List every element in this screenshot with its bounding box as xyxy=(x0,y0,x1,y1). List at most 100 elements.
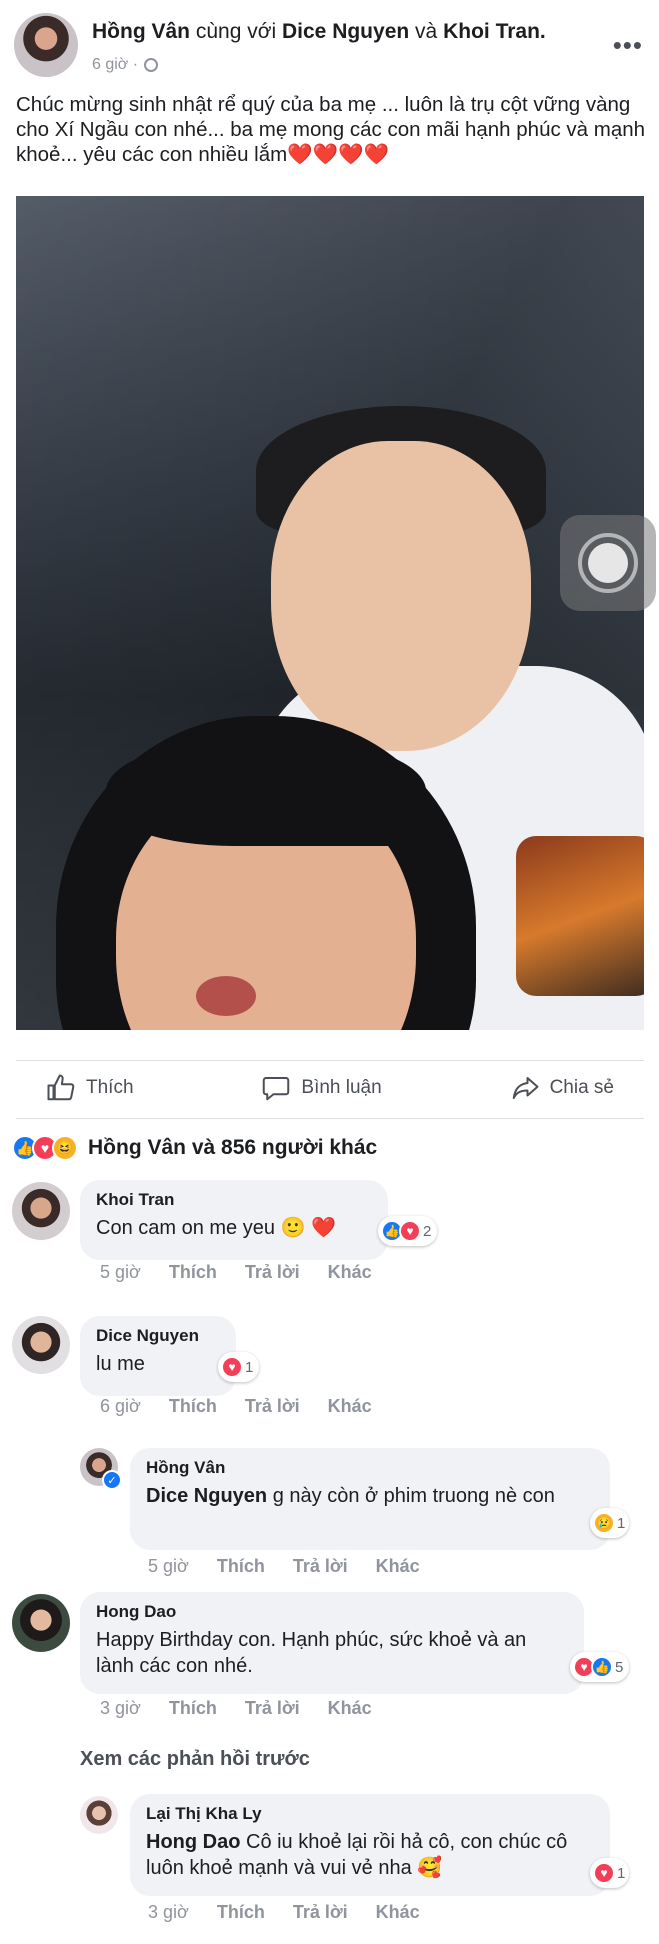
commenter-name[interactable]: Lại Thị Kha Ly xyxy=(146,1803,594,1825)
comment-label: Bình luận xyxy=(301,1077,382,1098)
mention-link[interactable]: Hong Dao xyxy=(146,1831,240,1853)
comment-time: 3 giờ xyxy=(100,1698,141,1718)
comment-like-link[interactable]: Thích xyxy=(169,1396,217,1417)
comment-time: 5 giờ xyxy=(100,1262,141,1282)
commenter-name[interactable]: Hồng Vân xyxy=(146,1457,594,1479)
post-hearts: ❤️❤️❤️❤️ xyxy=(287,143,390,166)
post-meta: 6 giờ · xyxy=(92,56,159,74)
comment-bubble: Lại Thị Kha Ly Hong Dao Cô iu khoẻ lại r… xyxy=(130,1794,610,1896)
comment-like-link[interactable]: Thích xyxy=(217,1902,265,1923)
comment-bubble: Khoi Tran Con cam on me yeu 🙂 ❤️ xyxy=(80,1180,388,1260)
love-reaction-icon: ♥ xyxy=(221,1356,243,1378)
reaction-count: 5 xyxy=(615,1658,624,1676)
author-name[interactable]: Hồng Vân xyxy=(92,20,190,43)
reaction-count: 1 xyxy=(245,1358,254,1376)
commenter-name[interactable]: Khoi Tran xyxy=(96,1189,372,1211)
avatar[interactable] xyxy=(12,1316,70,1374)
globe-icon xyxy=(144,58,159,72)
verified-icon: ✓ xyxy=(102,1470,122,1490)
post-text: Chúc mừng sinh nhật rể quý của ba mẹ ...… xyxy=(16,92,646,167)
post-time[interactable]: 6 giờ · xyxy=(92,56,138,74)
reaction-badge[interactable]: 😢 1 xyxy=(590,1508,630,1538)
post-header-line: Hồng Vân cùng với Dice Nguyen và Khoi Tr… xyxy=(92,20,546,44)
comment-text: Dice Nguyen g này còn ở phim truong nè c… xyxy=(146,1483,594,1509)
comment-like-link[interactable]: Thích xyxy=(217,1556,265,1577)
comment-reply-link[interactable]: Trả lời xyxy=(293,1902,348,1923)
comment-more-link[interactable]: Khác xyxy=(376,1902,420,1923)
comment-more-link[interactable]: Khác xyxy=(376,1556,420,1577)
author-avatar[interactable] xyxy=(14,13,78,77)
photo-lips xyxy=(196,976,256,1016)
reactions-summary-text: Hồng Vân và 856 người khác xyxy=(88,1136,378,1159)
comment-meta: 3 giờ Thích Trả lời Khác xyxy=(148,1902,420,1923)
assistive-touch-button[interactable] xyxy=(560,515,656,611)
reaction-badge[interactable]: ♥ 👍 5 xyxy=(570,1652,630,1682)
reaction-count: 1 xyxy=(617,1514,626,1532)
share-button[interactable]: Chia sẻ xyxy=(480,1062,644,1114)
comment-meta: 3 giờ Thích Trả lời Khác xyxy=(100,1698,372,1719)
comment-body: g này còn ở phim truong nè con xyxy=(267,1485,555,1507)
comment-reply-link[interactable]: Trả lời xyxy=(245,1698,300,1719)
reaction-count: 2 xyxy=(423,1222,432,1240)
comment-meta: 6 giờ Thích Trả lời Khác xyxy=(100,1396,372,1417)
comment-text: Happy Birthday con. Hạnh phúc, sức khoẻ … xyxy=(96,1629,527,1677)
post-photo[interactable] xyxy=(16,196,644,1030)
comment-button[interactable]: Bình luận xyxy=(231,1062,411,1114)
reactions-summary[interactable]: 👍 ♥ 😆 Hồng Vân và 856 người khác xyxy=(12,1130,377,1166)
divider xyxy=(16,1118,644,1119)
comment-time: 5 giờ xyxy=(148,1556,189,1576)
photo-woman-bangs xyxy=(106,736,426,846)
comment-reply-link[interactable]: Trả lời xyxy=(293,1556,348,1577)
comment-text: lu me xyxy=(96,1353,145,1375)
share-label: Chia sẻ xyxy=(549,1077,614,1098)
reaction-badge[interactable]: 👍 ♥ 2 xyxy=(378,1216,438,1246)
comment-reply-link[interactable]: Trả lời xyxy=(245,1262,300,1283)
like-reaction-icon: 👍 xyxy=(591,1656,613,1678)
view-previous-replies-link[interactable]: Xem các phản hồi trước xyxy=(80,1748,310,1771)
like-label: Thích xyxy=(86,1077,134,1098)
commenter-name[interactable]: Hong Dao xyxy=(96,1601,568,1623)
comment-like-link[interactable]: Thích xyxy=(169,1698,217,1719)
post-header: Hồng Vân cùng với Dice Nguyen và Khoi Tr… xyxy=(14,10,645,77)
comment-icon xyxy=(263,1077,290,1101)
mention-link[interactable]: Dice Nguyen xyxy=(146,1485,267,1507)
thumbs-up-icon xyxy=(47,1074,75,1101)
tagged-user-1[interactable]: Dice Nguyen xyxy=(282,20,409,43)
with-text: cùng với xyxy=(195,20,277,43)
comment-like-link[interactable]: Thích xyxy=(169,1262,217,1283)
comment-more-link[interactable]: Khác xyxy=(328,1396,372,1417)
reaction-badge[interactable]: ♥ 1 xyxy=(590,1858,630,1888)
comment-time: 3 giờ xyxy=(148,1902,189,1922)
like-button[interactable]: Thích xyxy=(16,1062,164,1114)
comment-bubble: Dice Nguyen lu me xyxy=(80,1316,236,1396)
comment-reply-link[interactable]: Trả lời xyxy=(245,1396,300,1417)
comment-text: Con cam on me yeu 🙂 ❤️ xyxy=(96,1217,336,1239)
photo-man-face xyxy=(271,441,531,751)
comment-text: Hong Dao Cô iu khoẻ lại rồi hả cô, con c… xyxy=(146,1829,594,1881)
more-options-icon[interactable]: ••• xyxy=(613,30,643,61)
avatar[interactable] xyxy=(12,1594,70,1652)
love-reaction-icon: ♥ xyxy=(399,1220,421,1242)
love-reaction-icon: ♥ xyxy=(593,1862,615,1884)
haha-reaction-icon: 😆 xyxy=(52,1135,78,1161)
comment-more-link[interactable]: Khác xyxy=(328,1262,372,1283)
action-bar: Thích Bình luận Chia sẻ xyxy=(16,1062,644,1114)
tagged-user-2[interactable]: Khoi Tran. xyxy=(443,20,546,43)
comment-more-link[interactable]: Khác xyxy=(328,1698,372,1719)
comment-meta: 5 giờ Thích Trả lời Khác xyxy=(148,1556,420,1577)
reaction-badge[interactable]: ♥ 1 xyxy=(218,1352,260,1382)
comment-time: 6 giờ xyxy=(100,1396,141,1416)
share-icon xyxy=(512,1077,539,1099)
commenter-name[interactable]: Dice Nguyen xyxy=(96,1325,220,1347)
divider xyxy=(16,1060,644,1061)
assistive-dot xyxy=(588,543,628,583)
reaction-count: 1 xyxy=(617,1864,626,1882)
comment-meta: 5 giờ Thích Trả lời Khác xyxy=(100,1262,372,1283)
sad-reaction-icon: 😢 xyxy=(593,1512,615,1534)
avatar[interactable] xyxy=(12,1182,70,1240)
comment-bubble: Hồng Vân Dice Nguyen g này còn ở phim tr… xyxy=(130,1448,610,1550)
comment-bubble: Hong Dao Happy Birthday con. Hạnh phúc, … xyxy=(80,1592,584,1694)
avatar[interactable] xyxy=(80,1796,118,1834)
and-text: và xyxy=(415,20,438,43)
photo-shirt-print xyxy=(516,836,644,996)
